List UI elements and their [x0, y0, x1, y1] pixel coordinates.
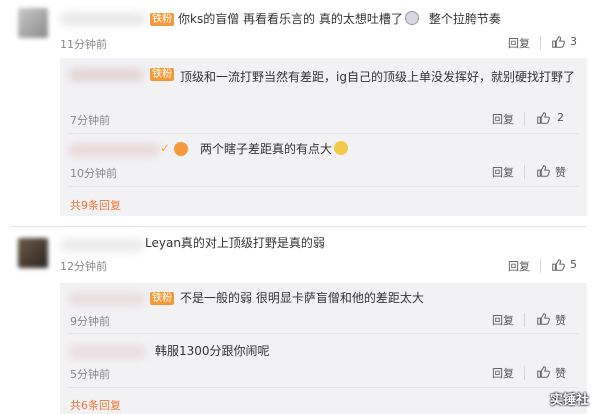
avatar-mini-icon — [174, 142, 188, 156]
like-count: 3 — [570, 35, 577, 48]
like-count: 赞 — [555, 367, 566, 380]
comment-divider — [10, 226, 587, 227]
comment-text-main: 你ks的盲僧 再看看乐言的 真的太想吐槽了 — [178, 12, 403, 26]
reply-text: 韩服1300分跟你闹呢 — [155, 344, 270, 358]
fan-badge: 铁粉 — [150, 13, 174, 26]
like-icon[interactable] — [551, 258, 565, 272]
reply-text: 顶级和一流打野当然有差距，ig自己的顶级上单没发挥好，就别硬找打野了 — [180, 70, 575, 84]
comment-time: 11分钟前 — [60, 38, 107, 51]
comment-time: 12分钟前 — [60, 260, 107, 273]
divider — [524, 313, 525, 327]
username-blurred[interactable] — [68, 292, 146, 306]
reply-button[interactable]: 回复 — [492, 164, 514, 180]
reply-time: 10分钟前 — [70, 167, 117, 180]
reply-text: 两个瞎子差距真的有点大 — [200, 140, 350, 158]
fan-badge: 铁粉 — [150, 68, 174, 81]
reply-time: 9分钟前 — [70, 315, 110, 328]
reply-divider — [68, 133, 579, 134]
comment-text-tail: 整个拉胯节奏 — [428, 12, 501, 26]
divider — [524, 112, 525, 126]
like-icon[interactable] — [536, 365, 550, 379]
comment-text: Leyan真的对上顶级打野是真的弱 — [145, 234, 325, 252]
fan-badge: 铁粉 — [150, 292, 174, 305]
reply-button[interactable]: 回复 — [492, 111, 514, 127]
reply-button[interactable]: 回复 — [508, 258, 530, 274]
like-count: 2 — [557, 111, 564, 124]
divider — [540, 36, 541, 50]
like-icon[interactable] — [536, 312, 550, 326]
divider — [524, 366, 525, 380]
reply-divider — [68, 186, 579, 187]
reply-divider — [68, 387, 579, 388]
reply-text-main: 两个瞎子差距真的有点大 — [200, 142, 333, 156]
like-icon[interactable] — [551, 35, 565, 49]
verified-icon: ✓ — [160, 141, 171, 155]
view-more-replies-link[interactable]: 共6条回复 — [70, 397, 121, 413]
avatar[interactable] — [18, 8, 48, 38]
username-blurred[interactable] — [68, 68, 144, 82]
divider — [540, 259, 541, 273]
emoji-icon — [404, 11, 419, 25]
comment-text-main: 真的对上顶级打野是真的弱 — [180, 236, 325, 250]
like-icon[interactable] — [536, 111, 550, 125]
like-count: 赞 — [555, 166, 566, 179]
like-count: 5 — [570, 258, 577, 271]
username-visible[interactable]: Leyan — [145, 236, 181, 250]
username-blurred[interactable] — [68, 143, 160, 157]
reply-button[interactable]: 回复 — [492, 312, 514, 328]
reply-time: 7分钟前 — [70, 114, 110, 127]
username-blurred[interactable] — [68, 345, 146, 359]
username-blurred[interactable] — [60, 12, 146, 26]
reply-button[interactable]: 回复 — [508, 35, 530, 51]
reply-button[interactable]: 回复 — [492, 365, 514, 381]
like-count: 赞 — [555, 314, 566, 327]
reply-text: 不是一般的弱 很明显卡萨盲僧和他的差距太大 — [180, 291, 424, 305]
reply-time: 5分钟前 — [70, 368, 110, 381]
emoji-icon — [334, 141, 349, 155]
username-blurred[interactable] — [60, 238, 144, 252]
like-icon[interactable] — [536, 164, 550, 178]
view-more-replies-link[interactable]: 共9条回复 — [70, 197, 121, 213]
reply-divider — [68, 333, 579, 334]
divider — [524, 165, 525, 179]
avatar[interactable] — [18, 238, 48, 268]
comment-text: 你ks的盲僧 再看看乐言的 真的太想吐槽了 整个拉胯节奏 — [178, 10, 501, 28]
watermark: 实锤社 — [549, 393, 589, 408]
